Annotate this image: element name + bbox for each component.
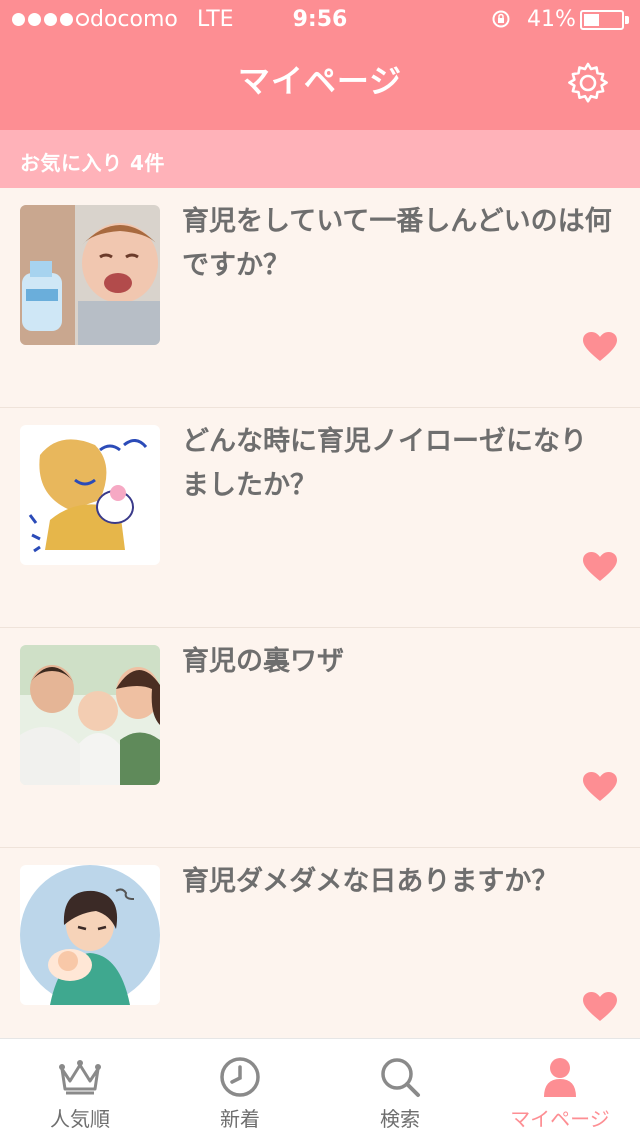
header-bar: docomo LTE 9:56 41% マイページ [0,0,640,130]
status-bar: docomo LTE 9:56 41% [0,0,640,40]
tab-label: 新着 [220,1107,260,1131]
search-icon [381,1058,420,1097]
thumbnail-image [20,425,160,565]
crown-icon [59,1060,101,1095]
heart-icon[interactable] [583,992,617,1022]
thumbnail-image [20,865,160,1005]
heart-icon[interactable] [583,552,617,582]
tab-label: 検索 [380,1107,420,1131]
favorites-section-header: お気に入り 4件 [0,130,640,188]
list-item-title: 育児の裏ワザ [182,646,344,677]
tab-popular[interactable]: 人気順 [0,1039,160,1136]
person-icon [544,1058,576,1097]
heart-icon[interactable] [583,332,617,362]
favorites-list: 育児をしていて一番しんどいのは何ですか？ どんな時に育児ノイローゼになりましたか… [0,188,640,1038]
list-item-title: 育児ダメダメな日ありますか？ [182,866,559,897]
thumbnail-image [20,645,160,785]
battery-icon [580,10,624,30]
heart-icon[interactable] [583,772,617,802]
orientation-lock-icon [492,10,510,28]
list-item[interactable]: 育児をしていて一番しんどいのは何ですか？ [0,188,640,408]
list-item[interactable]: 育児ダメダメな日ありますか？ [0,848,640,1038]
page-title: マイページ [237,62,403,100]
tab-new[interactable]: 新着 [160,1039,320,1136]
tab-label: マイページ [510,1107,610,1131]
battery-percent: 41% [527,7,576,32]
tab-label: 人気順 [50,1107,110,1131]
gear-icon[interactable] [566,61,610,105]
clock-icon [220,1057,260,1097]
tab-mypage[interactable]: マイページ [480,1039,640,1136]
favorites-count-label: お気に入り 4件 [20,151,165,175]
list-item[interactable]: どんな時に育児ノイローゼになりましたか？ [0,408,640,628]
list-item[interactable]: 育児の裏ワザ [0,628,640,848]
tab-search[interactable]: 検索 [320,1039,480,1136]
tab-bar: 人気順 新着 検索 マイページ [0,1038,640,1136]
list-item-title: どんな時に育児ノイローゼになりましたか？ [182,426,587,501]
thumbnail-image [20,205,160,345]
battery-tip [625,16,629,24]
app: docomo LTE 9:56 41% マイページ お気に入り 4件 育児をして… [0,0,640,1136]
list-item-title: 育児をしていて一番しんどいのは何ですか？ [182,206,612,281]
